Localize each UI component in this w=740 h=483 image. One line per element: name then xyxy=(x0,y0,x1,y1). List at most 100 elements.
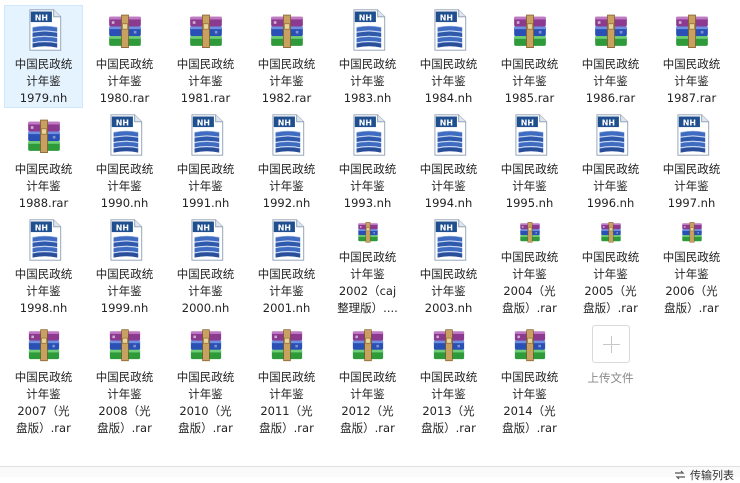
nh-document-icon: NH xyxy=(28,219,61,261)
file-name: 中国民政统 计年鉴 2013（光 盘版）.rar xyxy=(419,370,478,435)
file-item[interactable]: 中国民政统 计年鉴 2012（光 盘版）.rar xyxy=(328,320,407,438)
file-name: 中国民政统 计年鉴 1979.nh xyxy=(14,57,73,105)
file-name: 中国民政统 计年鉴 1981.rar xyxy=(176,57,235,105)
file-name: 中国民政统 计年鉴 2003.nh xyxy=(419,267,478,315)
svg-text:NH: NH xyxy=(520,118,533,127)
upload-file-button[interactable]: 上传文件 xyxy=(571,320,650,438)
file-name: 中国民政统 计年鉴 1994.nh xyxy=(419,162,478,210)
nh-document-icon: NH xyxy=(433,219,466,261)
rar-archive-icon xyxy=(514,329,545,362)
file-item[interactable]: 中国民政统 计年鉴 2013（光 盘版）.rar xyxy=(409,320,488,438)
file-item[interactable]: NH 中国民政统 计年鉴 2003.nh xyxy=(409,215,488,318)
rar-archive-icon xyxy=(433,329,464,362)
file-item[interactable]: 中国民政统 计年鉴 1981.rar xyxy=(166,5,245,108)
file-item[interactable]: NH 中国民政统 计年鉴 2000.nh xyxy=(166,215,245,318)
file-name: 中国民政统 计年鉴 1998.nh xyxy=(14,267,73,315)
svg-text:NH: NH xyxy=(439,118,452,127)
file-item[interactable]: NH 中国民政统 计年鉴 1983.nh xyxy=(328,5,407,108)
nh-document-icon: NH xyxy=(190,219,223,261)
rar-archive-icon xyxy=(513,14,546,48)
file-item[interactable]: NH 中国民政统 计年鉴 1993.nh xyxy=(328,110,407,213)
file-item[interactable]: NH 中国民政统 计年鉴 2001.nh xyxy=(247,215,326,318)
svg-text:NH: NH xyxy=(682,118,695,127)
file-item[interactable]: NH 中国民政统 计年鉴 1995.nh xyxy=(490,110,569,213)
file-item[interactable]: 中国民政统 计年鉴 1986.rar xyxy=(571,5,650,108)
file-item[interactable]: NH 中国民政统 计年鉴 1997.nh xyxy=(652,110,731,213)
file-item[interactable]: NH 中国民政统 计年鉴 1996.nh xyxy=(571,110,650,213)
file-item[interactable]: NH 中国民政统 计年鉴 1992.nh xyxy=(247,110,326,213)
file-name: 中国民政统 计年鉴 2014（光 盘版）.rar xyxy=(500,370,559,435)
file-item[interactable]: NH 中国民政统 计年鉴 1984.nh xyxy=(409,5,488,108)
nh-document-icon: NH xyxy=(433,9,466,51)
file-item[interactable]: NH 中国民政统 计年鉴 1991.nh xyxy=(166,110,245,213)
file-name: 中国民政统 计年鉴 1984.nh xyxy=(419,57,478,105)
file-name: 中国民政统 计年鉴 2010（光 盘版）.rar xyxy=(176,370,235,435)
file-name: 中国民政统 计年鉴 1996.nh xyxy=(581,162,640,210)
nh-document-icon: NH xyxy=(352,9,385,51)
status-bar: 传输列表 xyxy=(0,466,740,482)
file-name: 中国民政统 计年鉴 2005（光 盘版）.rar xyxy=(581,250,640,315)
file-name: 中国民政统 计年鉴 1993.nh xyxy=(338,162,397,210)
upload-label: 上传文件 xyxy=(587,371,634,385)
file-name: 中国民政统 计年鉴 1987.rar xyxy=(662,57,721,105)
file-name: 中国民政统 计年鉴 1995.nh xyxy=(500,162,559,210)
file-item[interactable]: NH 中国民政统 计年鉴 1998.nh xyxy=(4,215,83,318)
rar-archive-icon xyxy=(594,14,627,48)
transfer-list-button[interactable]: 传输列表 xyxy=(674,467,734,483)
rar-archive-icon xyxy=(109,329,140,362)
file-name: 中国民政统 计年鉴 2004（光 盘版）.rar xyxy=(500,250,559,315)
file-item[interactable]: NH 中国民政统 计年鉴 1990.nh xyxy=(85,110,164,213)
file-item[interactable]: 中国民政统 计年鉴 1988.rar xyxy=(4,110,83,213)
svg-text:NH: NH xyxy=(34,223,47,232)
file-item[interactable]: 中国民政统 计年鉴 2005（光 盘版）.rar xyxy=(571,215,650,318)
svg-text:NH: NH xyxy=(358,118,371,127)
rar-archive-icon xyxy=(27,119,60,153)
file-item[interactable]: 中国民政统 计年鉴 2007（光 盘版）.rar xyxy=(4,320,83,438)
file-item[interactable]: 中国民政统 计年鉴 2014（光 盘版）.rar xyxy=(490,320,569,438)
rar-archive-icon xyxy=(190,329,221,362)
file-item[interactable]: NH 中国民政统 计年鉴 1999.nh xyxy=(85,215,164,318)
file-name: 中国民政统 计年鉴 1999.nh xyxy=(95,267,154,315)
file-name: 中国民政统 计年鉴 2012（光 盘版）.rar xyxy=(338,370,397,435)
transfer-label: 传输列表 xyxy=(690,469,734,482)
file-name: 中国民政统 计年鉴 2011（光 盘版）.rar xyxy=(257,370,316,435)
nh-document-icon: NH xyxy=(433,114,466,156)
file-item[interactable]: 中国民政统 计年鉴 1982.rar xyxy=(247,5,326,108)
transfer-icon xyxy=(675,470,685,480)
file-item[interactable]: 中国民政统 计年鉴 2011（光 盘版）.rar xyxy=(247,320,326,438)
nh-document-icon: NH xyxy=(676,114,709,156)
file-item[interactable]: NH 中国民政统 计年鉴 1979.nh xyxy=(4,5,83,108)
svg-text:NH: NH xyxy=(601,118,614,127)
file-item[interactable]: NH 中国民政统 计年鉴 1994.nh xyxy=(409,110,488,213)
file-grid: NH 中国民政统 计年鉴 1979.nh 中国民政统 计年鉴 1980.rar … xyxy=(3,4,732,435)
nh-document-icon: NH xyxy=(190,114,223,156)
file-item[interactable]: 中国民政统 计年鉴 1980.rar xyxy=(85,5,164,108)
svg-text:NH: NH xyxy=(115,118,128,127)
file-name: 中国民政统 计年鉴 1986.rar xyxy=(581,57,640,105)
file-name: 中国民政统 计年鉴 2008（光 盘版）.rar xyxy=(95,370,154,435)
rar-archive-icon xyxy=(519,222,540,243)
file-name: 中国民政统 计年鉴 2000.nh xyxy=(176,267,235,315)
nh-document-icon: NH xyxy=(595,114,628,156)
file-item[interactable]: 中国民政统 计年鉴 1987.rar xyxy=(652,5,731,108)
nh-document-icon: NH xyxy=(271,114,304,156)
file-item[interactable]: 中国民政统 计年鉴 2004（光 盘版）.rar xyxy=(490,215,569,318)
svg-text:NH: NH xyxy=(358,13,371,22)
file-name: 中国民政统 计年鉴 1988.rar xyxy=(14,162,73,210)
rar-archive-icon xyxy=(28,329,59,362)
file-name: 中国民政统 计年鉴 1997.nh xyxy=(662,162,721,210)
file-name: 中国民政统 计年鉴 2002（caj 整理版）.... xyxy=(337,250,398,315)
file-name: 中国民政统 计年鉴 1980.rar xyxy=(95,57,154,105)
file-item[interactable]: 中国民政统 计年鉴 2002（caj 整理版）.... xyxy=(328,215,407,318)
nh-document-icon: NH xyxy=(271,219,304,261)
rar-archive-icon xyxy=(681,222,702,243)
rar-archive-icon xyxy=(357,222,378,243)
file-item[interactable]: 中国民政统 计年鉴 1985.rar xyxy=(490,5,569,108)
plus-icon xyxy=(591,325,630,363)
file-item[interactable]: 中国民政统 计年鉴 2006（光 盘版）.rar xyxy=(652,215,731,318)
file-name: 中国民政统 计年鉴 2007（光 盘版）.rar xyxy=(14,370,73,435)
file-item[interactable]: 中国民政统 计年鉴 2010（光 盘版）.rar xyxy=(166,320,245,438)
rar-archive-icon xyxy=(270,14,303,48)
file-item[interactable]: 中国民政统 计年鉴 2008（光 盘版）.rar xyxy=(85,320,164,438)
svg-text:NH: NH xyxy=(439,223,452,232)
